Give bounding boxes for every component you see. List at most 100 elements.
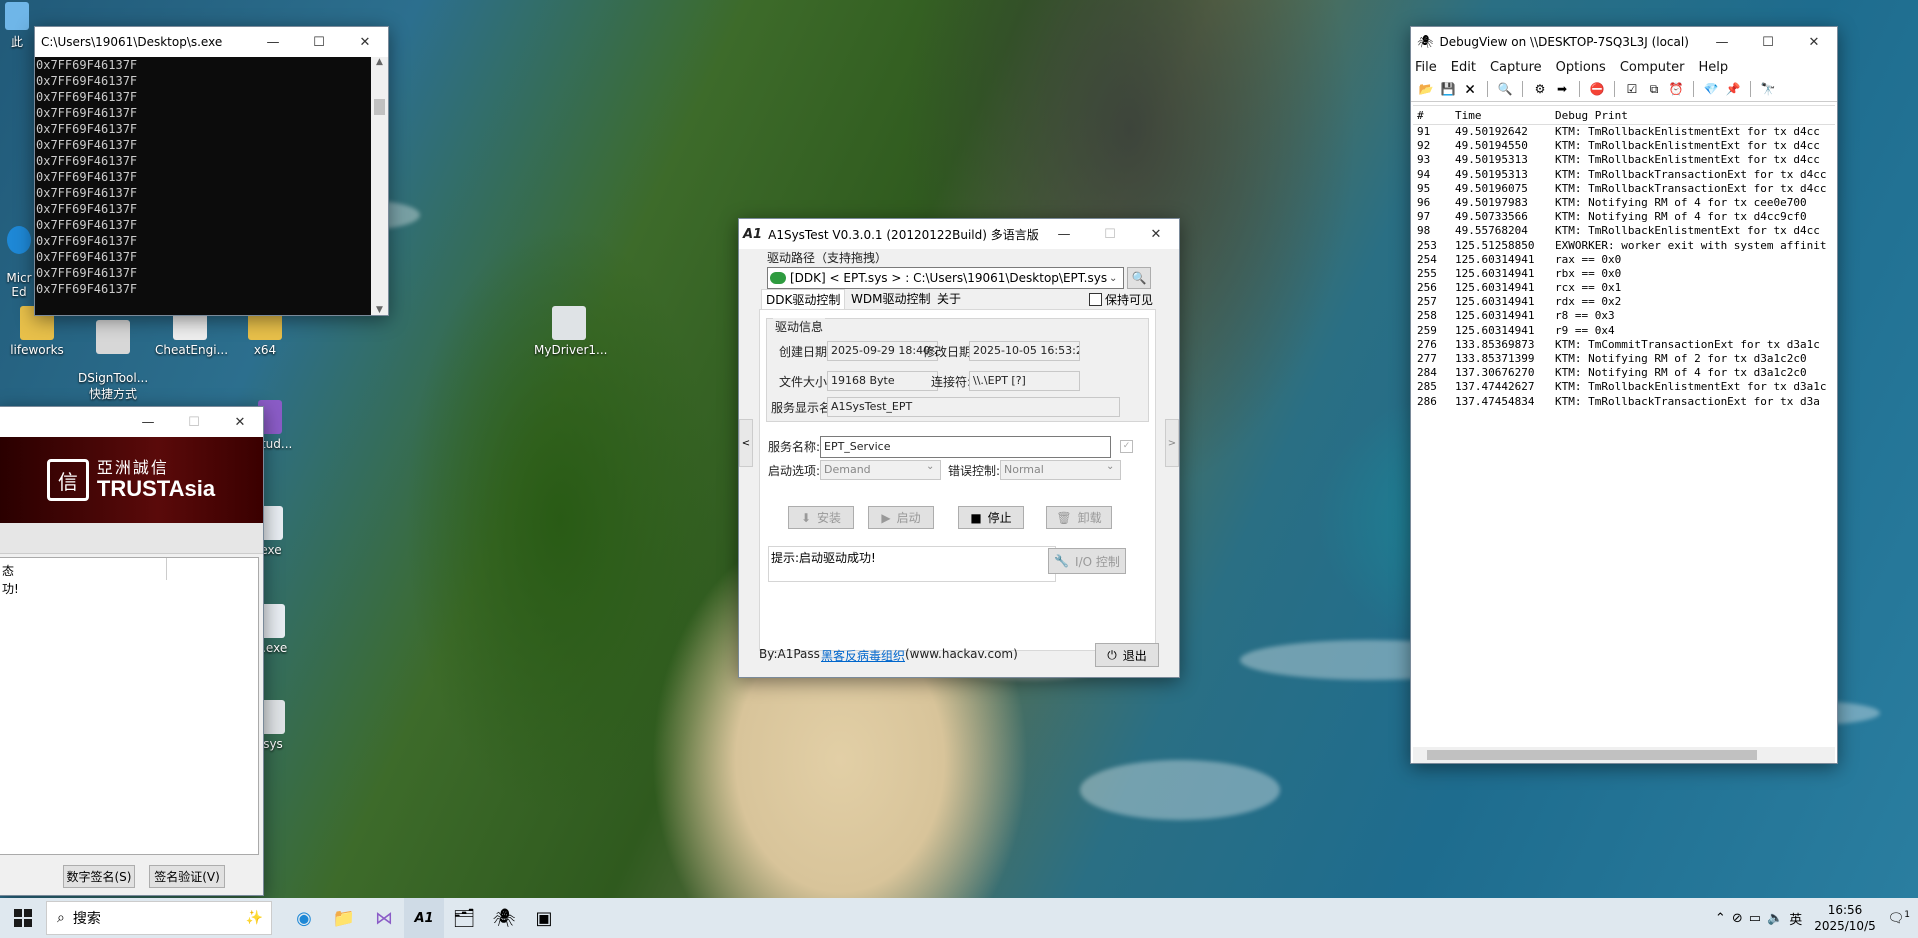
error-control-select[interactable]: Normal xyxy=(1000,460,1121,480)
tab-ddk[interactable]: DDK驱动控制 xyxy=(761,289,846,310)
open-icon[interactable]: 📂 xyxy=(1417,81,1435,97)
volume-icon[interactable]: 🔈 xyxy=(1767,911,1783,926)
table-row[interactable]: 96 49.50197983 KTM: Notifying RM of 4 for … xyxy=(1413,196,1835,210)
start-button[interactable]: ▶ 启动 xyxy=(868,506,934,529)
console-window[interactable]: C:\Users\19061\Desktop\s.exe — ☐ ✕ 0x7FF… xyxy=(34,26,389,316)
desktop-icon-dsigntool[interactable]: DSignTool... 快捷方式 xyxy=(78,306,148,402)
tab-wdm[interactable]: WDM驱动控制 xyxy=(847,289,934,309)
start-option-select[interactable]: Demand xyxy=(820,460,941,480)
console-scrollbar[interactable]: ▲ ▼ xyxy=(371,57,388,315)
minimize-icon[interactable]: — xyxy=(1041,219,1087,249)
desktop-icon-mydriver[interactable]: MyDriver1... xyxy=(534,306,607,357)
pin-icon[interactable]: 📌 xyxy=(1724,81,1742,97)
desktop-icon-thispc[interactable]: 此 xyxy=(2,2,32,50)
file-explorer-icon[interactable]: 📁 xyxy=(324,898,364,938)
table-row[interactable]: 92 49.50194550 KTM: TmRollbackEnlistmentEx… xyxy=(1413,139,1835,153)
ime-indicator[interactable]: 英 xyxy=(1789,909,1802,928)
table-row[interactable]: 93 49.50195313 KTM: TmRollbackEnlistmentEx… xyxy=(1413,153,1835,167)
menu-edit[interactable]: Edit xyxy=(1451,60,1476,75)
a1-titlebar[interactable]: A1 A1SysTest V0.3.0.1 (20120122Build) 多语… xyxy=(739,219,1179,249)
a1systest-taskbar-icon[interactable]: A1 xyxy=(404,898,444,938)
driver-path-combo[interactable]: [DDK] < EPT.sys > : C:\Users\19061\Deskt… xyxy=(767,267,1124,289)
search-box[interactable]: ⌕ 搜索 ✨ xyxy=(46,901,272,935)
column-no[interactable]: # xyxy=(1413,109,1451,122)
column-debug-print[interactable]: Debug Print xyxy=(1555,109,1835,122)
scrollbar-thumb[interactable] xyxy=(1427,750,1757,760)
notification-icon[interactable]: 🗨1 xyxy=(1888,910,1910,926)
keep-visible-checkbox[interactable]: 保持可见 xyxy=(1089,291,1153,308)
close-icon[interactable]: ✕ xyxy=(1133,219,1179,249)
table-row[interactable]: 284 137.30676270 KTM: Notifying RM of 4 fo… xyxy=(1413,366,1835,380)
debugview-titlebar[interactable]: 🕷 DebugView on \\DESKTOP-7SQ3L3J (local)… xyxy=(1411,27,1837,57)
table-row[interactable]: 97 49.50733566 KTM: Notifying RM of 4 for … xyxy=(1413,210,1835,224)
clock[interactable]: 16:56 2025/10/5 xyxy=(1808,902,1882,934)
horizontal-scrollbar[interactable] xyxy=(1413,747,1835,763)
tab-about[interactable]: 关于 xyxy=(933,289,965,309)
menu-file[interactable]: File xyxy=(1415,60,1437,75)
chevron-down-icon[interactable]: ⌄ xyxy=(1109,273,1123,284)
menu-capture[interactable]: Capture xyxy=(1490,60,1542,75)
minimize-icon[interactable]: — xyxy=(1699,27,1745,57)
scroll-icon[interactable]: ➡ xyxy=(1553,81,1571,97)
menu-help[interactable]: Help xyxy=(1698,60,1728,75)
verify-button[interactable]: 签名验证(V) xyxy=(149,865,225,888)
nav-left-arrow-icon[interactable]: < xyxy=(739,419,753,467)
trustasia-listview[interactable]: 态 功! xyxy=(0,557,259,855)
debugview-taskbar-icon[interactable]: 🕷 xyxy=(484,898,524,938)
close-icon[interactable]: ✕ xyxy=(342,27,388,57)
table-row[interactable]: 255 125.60314941 rbx == 0x0 xyxy=(1413,267,1835,281)
save-icon[interactable]: 💾 xyxy=(1439,81,1457,97)
menu-computer[interactable]: Computer xyxy=(1620,60,1685,75)
sign-button[interactable]: 数字签名(S) xyxy=(63,865,135,888)
maximize-icon[interactable]: ☐ xyxy=(1745,27,1791,57)
stop-button[interactable]: ■ 停止 xyxy=(958,506,1024,529)
maximize-icon[interactable]: ☐ xyxy=(296,27,342,57)
close-icon[interactable]: ✕ xyxy=(1791,27,1837,57)
clock-icon[interactable]: ⏰ xyxy=(1667,81,1685,97)
highlight-icon[interactable]: ⛔ xyxy=(1588,81,1606,97)
scrollbar-thumb[interactable] xyxy=(374,99,385,115)
table-row[interactable]: 286 137.47454834 KTM: TmRollbackTransactio… xyxy=(1413,395,1835,409)
debug-output-list[interactable]: # Time Debug Print 91 49.50192642 KTM: TmR… xyxy=(1413,105,1835,747)
browse-button[interactable]: 🔍 xyxy=(1127,267,1151,289)
footer-link[interactable]: 黑客反病毒组织 xyxy=(821,647,905,664)
table-row[interactable]: 254 125.60314941 rax == 0x0 xyxy=(1413,253,1835,267)
table-row[interactable]: 253 125.51258850 EXWORKER: worker exit wit… xyxy=(1413,239,1835,253)
table-row[interactable]: 94 49.50195313 KTM: TmRollbackTransactionE… xyxy=(1413,168,1835,182)
kernel-icon[interactable]: 💎 xyxy=(1702,81,1720,97)
console-taskbar-icon[interactable]: ▣ xyxy=(524,898,564,938)
table-row[interactable]: 259 125.60314941 r9 == 0x4 xyxy=(1413,324,1835,338)
a1systest-window[interactable]: A1 A1SysTest V0.3.0.1 (20120122Build) 多语… xyxy=(738,218,1180,678)
network-off-icon[interactable]: ⊘ xyxy=(1732,911,1743,926)
table-row[interactable]: 256 125.60314941 rcx == 0x1 xyxy=(1413,281,1835,295)
windows-start-icon[interactable] xyxy=(0,898,46,938)
desktop-icon-edge[interactable]: Micr Ed xyxy=(2,212,36,299)
trustasia-titlebar[interactable]: — ☐ ✕ xyxy=(0,407,263,437)
column-time[interactable]: Time xyxy=(1451,109,1555,122)
filter-icon[interactable]: ⧉ xyxy=(1645,81,1663,97)
nav-right-arrow-icon[interactable]: > xyxy=(1165,419,1179,467)
clear-icon[interactable]: 🗙 xyxy=(1461,81,1479,97)
minimize-icon[interactable]: — xyxy=(125,407,171,437)
console-titlebar[interactable]: C:\Users\19061\Desktop\s.exe — ☐ ✕ xyxy=(35,27,388,57)
find-icon[interactable]: 🔍 xyxy=(1496,81,1514,97)
signtool-taskbar-icon[interactable]: 🗂 xyxy=(444,898,484,938)
menu-options[interactable]: Options xyxy=(1556,60,1606,75)
close-icon[interactable]: ✕ xyxy=(217,407,263,437)
minimize-icon[interactable]: — xyxy=(250,27,296,57)
trustasia-window[interactable]: — ☐ ✕ 信 亞洲誠信 TRUSTAsia 态 功! 数字签名(S) 签名验证… xyxy=(0,406,264,896)
display-icon[interactable]: ▭ xyxy=(1749,911,1761,926)
binoculars-icon[interactable]: 🔭 xyxy=(1759,81,1777,97)
exit-button[interactable]: ⏻ 退出 xyxy=(1095,643,1159,667)
table-row[interactable]: 258 125.60314941 r8 == 0x3 xyxy=(1413,309,1835,323)
table-row[interactable]: 276 133.85369873 KTM: TmCommitTransactionE… xyxy=(1413,338,1835,352)
table-row[interactable]: 257 125.60314941 rdx == 0x2 xyxy=(1413,295,1835,309)
table-row[interactable]: 91 49.50192642 KTM: TmRollbackEnlistmentEx… xyxy=(1413,125,1835,139)
console-output[interactable]: 0x7FF69F46137F 0x7FF69F46137F 0x7FF69F46… xyxy=(35,57,371,315)
visual-studio-icon[interactable]: ⋈ xyxy=(364,898,404,938)
properties-icon[interactable]: ☑ xyxy=(1623,81,1641,97)
edge-icon[interactable]: ◉ xyxy=(284,898,324,938)
chevron-up-icon[interactable]: ⌃ xyxy=(1715,911,1726,926)
scroll-up-icon[interactable]: ▲ xyxy=(371,57,388,67)
io-control-button[interactable]: 🔧 I/O 控制 xyxy=(1048,548,1126,574)
